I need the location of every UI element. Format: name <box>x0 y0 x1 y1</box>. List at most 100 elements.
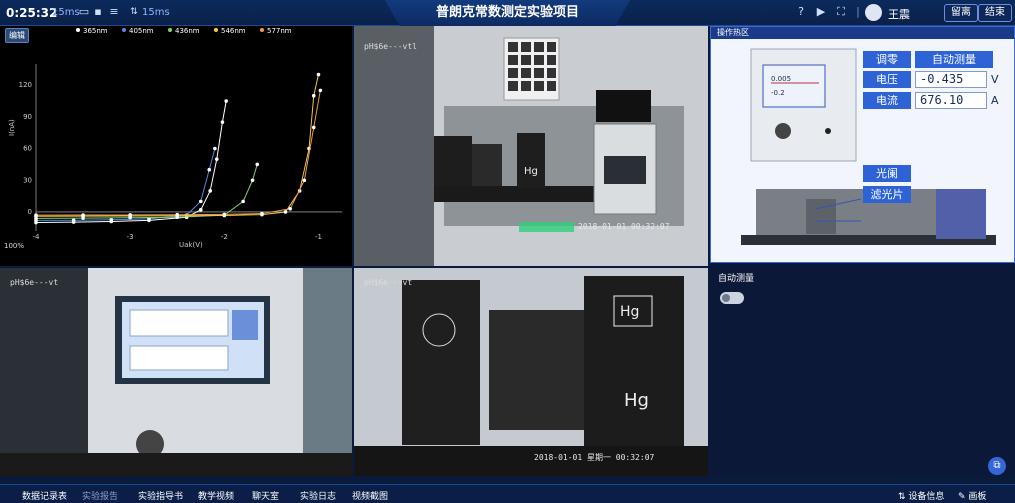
current-readout[interactable]: 676.10 <box>915 92 987 109</box>
monitor-icon[interactable]: ▭ <box>78 6 90 18</box>
screen-value-1: 0.005 <box>771 75 792 83</box>
y-tick-label: 120 <box>19 81 32 89</box>
device-info-button[interactable]: ⇅ 设备信息 <box>898 489 944 502</box>
nav-lab-report[interactable]: 实验报告 <box>82 489 118 502</box>
fullscreen-icon[interactable]: ⛶ <box>835 6 847 18</box>
data-point <box>71 218 76 223</box>
svg-text:Hg: Hg <box>524 166 538 177</box>
legend-label: 365nm <box>83 27 108 35</box>
legend-label: 436nm <box>175 27 200 35</box>
y-tick-label: 60 <box>23 145 32 153</box>
top-bar: 0:25:32 15ms ▭ ▪ ≡ ⇅ 15ms 普朗克常数测定实验项目 ? … <box>0 0 1015 26</box>
nav-data-record[interactable]: 数据记录表 <box>22 489 67 502</box>
draw-label: 画板 <box>968 492 987 502</box>
voltage-label: 电压 <box>863 71 911 88</box>
voltage-readout[interactable]: -0.435 <box>915 71 987 88</box>
record-icon[interactable]: ▶ <box>815 6 827 18</box>
data-point <box>250 178 255 183</box>
avatar[interactable] <box>865 4 882 21</box>
device-info-label: 设备信息 <box>908 492 945 502</box>
data-point <box>260 211 264 216</box>
current-value: 676.10 <box>920 93 964 107</box>
data-point <box>222 212 227 217</box>
bottom-toolbar: 数据记录表 实验报告 实验指导书 教学视频 聊天室 实验日志 视频截图 ⇅ 设备… <box>0 484 1015 503</box>
data-point <box>198 208 203 212</box>
data-point <box>109 217 114 222</box>
data-point <box>213 146 217 151</box>
aperture-button[interactable]: 光阑 <box>863 165 911 182</box>
nav-teaching-video[interactable]: 教学视频 <box>198 489 234 502</box>
legend-marker <box>122 28 126 32</box>
operation-panel: 操作热区 0.005 -0.2 调零 自动测量 电压 -0.435 V 电流 6… <box>710 26 1015 263</box>
data-point <box>128 213 132 217</box>
data-point <box>288 207 293 211</box>
voltage-unit: V <box>991 73 999 86</box>
legend-marker <box>214 28 218 32</box>
data-point <box>81 213 85 217</box>
leave-button[interactable]: 留离 <box>944 4 978 22</box>
divider-icon: | <box>856 5 860 18</box>
legend-marker <box>168 28 172 32</box>
camera-icon[interactable]: ▪ <box>92 6 104 18</box>
data-point <box>207 167 212 172</box>
screen-value-2: -0.2 <box>771 89 785 97</box>
nav-chat[interactable]: 聊天室 <box>252 489 279 502</box>
auto-measure-panel: 自动测量 <box>710 263 1015 475</box>
legend-marker <box>260 28 264 32</box>
camera-label: pH$6e---vtl <box>364 42 417 51</box>
x-tick-label: -3 <box>127 233 134 241</box>
filter-button[interactable]: 滤光片 <box>863 186 911 203</box>
zoom-level: 100% <box>4 242 25 250</box>
camera-label: pH$6e---vt <box>10 278 59 287</box>
legend-label: 577nm <box>267 27 292 35</box>
session-timer: 0:25:32 <box>6 6 58 20</box>
current-label: 电流 <box>863 92 911 109</box>
series-line <box>35 90 321 216</box>
latency-readout: 15ms <box>52 7 80 18</box>
y-tick-label: 0 <box>28 208 32 216</box>
data-point <box>311 93 316 98</box>
data-point <box>208 189 212 193</box>
y-axis-label: I(nA) <box>8 119 16 136</box>
data-point <box>224 99 228 103</box>
data-point <box>302 178 307 183</box>
expand-icon[interactable]: ⧉ <box>988 457 1006 475</box>
legend-label: 546nm <box>221 27 246 35</box>
camera-label: pH$6e---vt <box>364 278 413 287</box>
auto-measure-label: 自动测量 <box>718 274 755 284</box>
data-point <box>198 199 203 204</box>
signal-icon: ⇅ <box>130 7 138 17</box>
x-tick-label: -4 <box>33 233 41 241</box>
page-title: 普朗克常数测定实验项目 <box>435 5 579 20</box>
data-point <box>283 210 288 214</box>
data-point <box>318 88 323 93</box>
camera-view-source[interactable]: Hg Hg pH$6e---vt 2018-01-01 星期一 00:32:07 <box>354 268 708 476</box>
help-icon[interactable]: ? <box>795 6 807 18</box>
user-name: 王震 <box>888 8 910 21</box>
svg-text:Hg: Hg <box>624 390 649 411</box>
data-point <box>214 157 219 161</box>
auto-measure-toggle[interactable] <box>720 292 744 304</box>
nav-screenshot[interactable]: 视频截图 <box>352 489 388 502</box>
chart-panel: 编辑 -4 -3 -2 -1 0 30 60 90 120 Uak(V) I(nA) 365nm 405… <box>0 26 352 266</box>
data-point <box>311 125 316 130</box>
data-point <box>316 72 321 77</box>
nav-log[interactable]: 实验日志 <box>300 489 336 502</box>
data-point <box>220 120 225 124</box>
camera-view-lamp[interactable]: Hg pH$6e---vtl 2018-01-01 00:32:07 <box>354 26 708 266</box>
auto-measure-button[interactable]: 自动测量 <box>915 51 993 68</box>
nav-guide[interactable]: 实验指导书 <box>138 489 183 502</box>
camera-view-instrument[interactable]: pH$6e---vt <box>0 268 352 476</box>
legend-label: 405nm <box>129 27 154 35</box>
instrument-image <box>0 268 352 476</box>
menu-icon[interactable]: ≡ <box>108 6 120 18</box>
camera-timestamp: 2018-01-01 00:32:07 <box>578 222 670 231</box>
draw-button[interactable]: ✎ 画板 <box>958 489 986 502</box>
voltage-value: -0.435 <box>920 72 964 86</box>
zero-button[interactable]: 调零 <box>863 51 911 68</box>
toggle-knob <box>722 294 730 302</box>
light-source-image: Hg Hg <box>354 268 708 476</box>
latency-readout-2: 15ms <box>142 7 170 18</box>
end-button[interactable]: 结束 <box>978 4 1012 22</box>
x-tick-label: -1 <box>315 233 322 241</box>
